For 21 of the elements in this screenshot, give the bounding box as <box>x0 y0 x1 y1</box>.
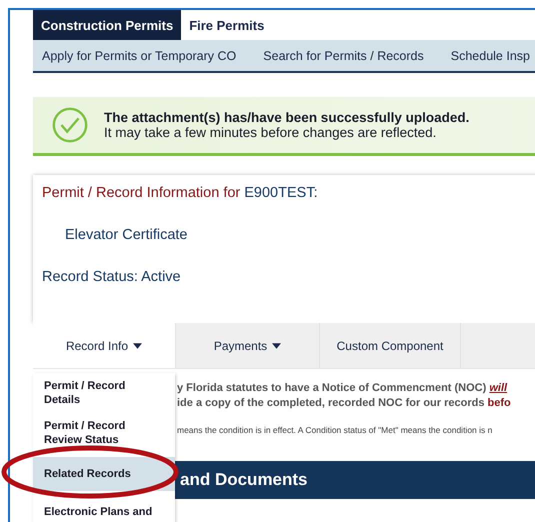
alert-message: It may take a few minutes before changes are reflected. <box>104 125 438 140</box>
menu-item[interactable]: Electronic Plans and <box>33 491 175 522</box>
nav-link[interactable]: Schedule Insp <box>450 48 530 62</box>
alert-title: The attachment(s) has/have been successfully uploaded. <box>104 110 470 125</box>
permit-type-tab[interactable]: Fire Permits <box>181 10 272 40</box>
notice-text: ide a copy of the completed, recorded NOC for our records befo <box>177 396 512 411</box>
record-status: Record Status: Active <box>42 269 182 285</box>
record-type: Elevator Certificate <box>65 227 188 243</box>
section-title: and Documents <box>180 470 308 490</box>
menu-item[interactable]: Permit / Record Review Status <box>33 413 175 457</box>
checkmark-icon <box>51 106 89 144</box>
record-id: E900TEST: <box>244 185 318 201</box>
menu-item[interactable]: Related Records <box>33 457 175 491</box>
notice-text: y Florida statutes to have a Notice of Commencment (NOC) will <box>177 381 508 396</box>
nav-link[interactable]: Apply for Permits or Temporary CO <box>42 48 236 62</box>
nav-link[interactable]: Search for Permits / Records <box>263 48 424 62</box>
record-tab[interactable]: Record Info <box>33 323 176 368</box>
menu-item[interactable]: Permit / Record Details <box>33 373 175 413</box>
permit-type-tab[interactable]: Construction Permits <box>33 10 182 40</box>
condition-note: means the condition is in effect. A Condition status of "Met" means the condition is n <box>177 425 494 435</box>
record-heading: Permit / Record Information for <box>42 185 240 201</box>
